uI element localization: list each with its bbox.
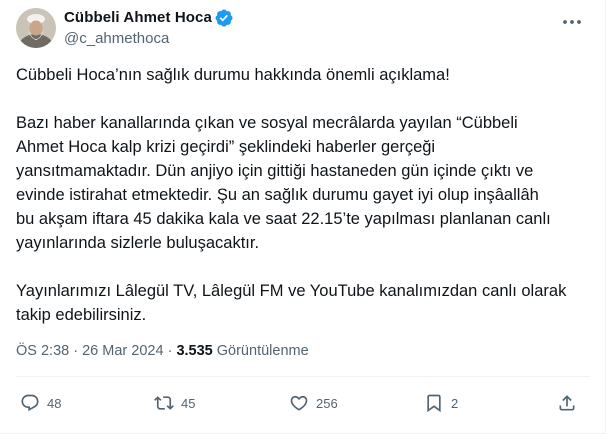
tweet-text-line: yayınlarında sizlerle buluşacaktır. [16,234,260,252]
avatar[interactable] [16,8,56,48]
share-button[interactable] [557,392,577,414]
tweet-time[interactable]: ÖS 2:38 [16,343,69,359]
reply-icon [21,394,39,412]
author-name[interactable]: Cübbeli Ahmet Hoca [64,9,212,26]
more-options-icon[interactable] [560,10,584,34]
tweet-text-line: evinde istirahat etmektedir. Şu an sağlı… [16,186,539,204]
repost-icon [154,396,174,410]
tweet-date[interactable]: 26 Mar 2024 [82,343,163,359]
tweet-text-line: Cübbeli Hoca’nın sağlık durumu hakkında … [16,66,450,84]
tweet-text-line: bu akşam iftara 45 dakika kala ve saat 2… [16,210,551,228]
verified-badge-icon [215,9,233,27]
share-icon [559,395,575,411]
bookmark-count: 2 [451,395,459,411]
meta-separator: · [167,343,173,359]
reply-button[interactable]: 48 [20,392,61,414]
reply-count: 48 [47,395,62,411]
tweet-text: Cübbeli Hoca’nın sağlık durumu hakkında … [16,63,586,327]
views-count: 3.535 [176,343,213,359]
tweet-meta: ÖS 2:38 · 26 Mar 2024 · 3.535 Görüntülen… [16,343,309,359]
tweet-text-line: Ahmet Hoca kalp krizi geçirdi” şeklindek… [16,138,436,156]
tweet-text-line: Yayınlarımızı Lâlegül TV, Lâlegül FM ve … [16,282,567,300]
repost-count: 45 [181,395,196,411]
tweet-text-line: takip edebilirsiniz. [16,306,147,324]
tweet: Cübbeli Ahmet Hoca @c_ahmethoca Cübbeli … [0,0,606,434]
actions-divider [16,376,590,377]
meta-separator: · [73,343,79,359]
heart-icon [290,395,308,411]
tweet-text-line: yansıtmamaktadır. Dün anjiyo için gittiğ… [16,162,534,180]
like-button[interactable]: 256 [289,392,338,414]
tweet-text-line: Bazı haber kanallarında çıkan ve sosyal … [16,114,518,132]
bookmark-icon [427,394,441,413]
like-count: 256 [316,395,338,411]
repost-button[interactable]: 45 [154,392,195,414]
views-label: Görüntülenme [216,343,309,359]
bookmark-button[interactable]: 2 [424,392,458,414]
author-handle[interactable]: @c_ahmethoca [64,30,169,47]
